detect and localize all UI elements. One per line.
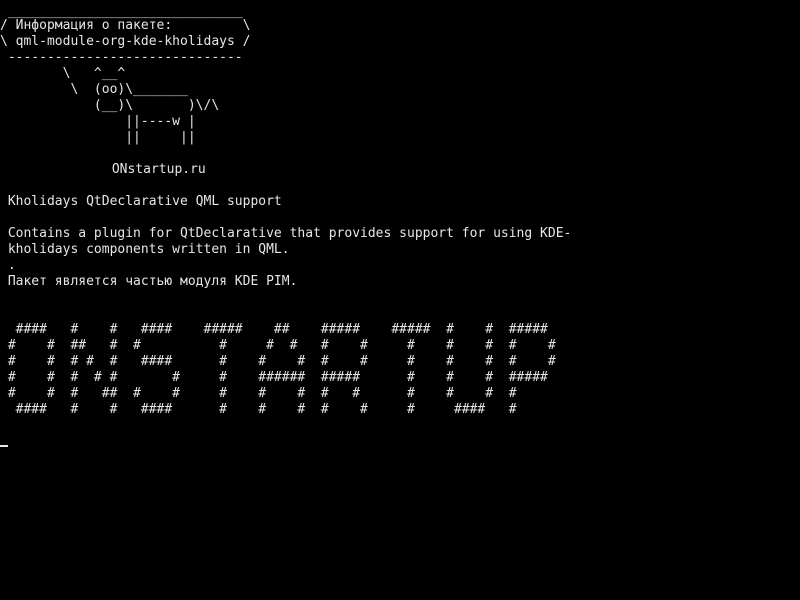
ascii-cow-line-1: \ ^__^ <box>0 66 126 81</box>
speech-bubble-bottom: ------------------------------ <box>0 50 243 65</box>
package-description-dot: . <box>0 258 16 273</box>
banner-line-1: #### # # #### ##### ## ##### ##### # # #… <box>0 322 548 337</box>
ascii-cow-line-4: ||----w | <box>0 114 196 129</box>
package-summary: Kholidays QtDeclarative QML support <box>0 194 282 209</box>
package-description-line-2: kholidays components written in QML. <box>0 242 290 257</box>
package-part-of: Пакет является частью модуля KDE PIM. <box>0 274 298 289</box>
ascii-cow-line-5: || || <box>0 130 196 145</box>
site-name: ONstartup.ru <box>104 162 206 177</box>
banner-line-6: #### # # #### # # # # # # #### # <box>0 402 517 417</box>
banner-line-2: # # ## # # # # # # # # # # # # <box>0 338 556 353</box>
ascii-cow-line-3: (__)\ )\/\ <box>0 98 220 113</box>
banner-line-4: # # # # # # # ###### ##### # # # ##### <box>0 370 548 385</box>
banner-line-5: # # # ## # # # # # # # # # # # <box>0 386 517 401</box>
package-description-line-1: Contains a plugin for QtDeclarative that… <box>0 226 572 241</box>
banner-line-3: # # # # # #### # # # # # # # # # # <box>0 354 556 369</box>
terminal-screen[interactable]: ______________________________ / Информа… <box>0 0 800 600</box>
speech-bubble-line-info: / Информация о пакете: \ <box>0 18 251 33</box>
speech-bubble-line-package: \ qml-module-org-kde-kholidays / <box>0 34 251 49</box>
text-cursor <box>0 445 8 447</box>
ascii-cow-line-2: \ (oo)\_______ <box>0 82 188 97</box>
